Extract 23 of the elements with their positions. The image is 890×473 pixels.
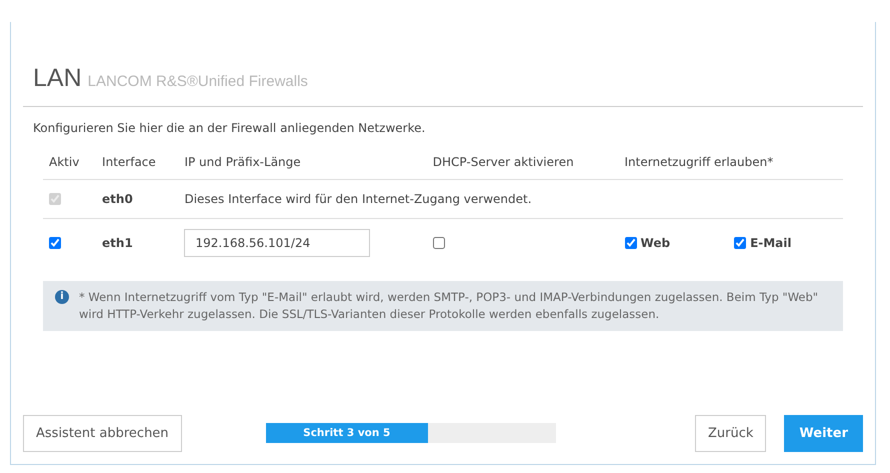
checkbox[interactable] (734, 236, 746, 248)
checkbox-label: E-Mail (750, 234, 792, 252)
interface-name: eth0 (102, 192, 133, 206)
info-text: * Wenn Internetzugriff vom Typ "E-Mail" erlaubt wird, werden SMTP-, POP3- und IMAP-Verbindungen zugelassen. Beim Typ "Web" wird HTTP-Verkehr zugelassen. Die SSL/TLS-Varianten dieser Protokolle werden ebenfalls zugelassen. (79, 288, 820, 323)
dialog-subtitle: LANCOM R&S®Unified Firewalls (88, 72, 308, 92)
checkbox[interactable] (49, 237, 61, 250)
back-button[interactable]: Zurück (695, 414, 766, 452)
column-header: IP und Präfix-Länge (184, 154, 301, 168)
progress-fill: Schritt 3 von 5 (266, 423, 428, 444)
column-header: Interface (102, 154, 156, 168)
column-header: Internetzugriff erlauben* (624, 154, 774, 168)
intro-text: Konfigurieren Sie hier die an der Firewall anliegenden Netzwerke. (33, 120, 426, 136)
interface-name: eth1 (102, 236, 133, 250)
ip-input-field[interactable]: 192.168.56.101/24 (184, 228, 370, 256)
checkbox[interactable] (432, 237, 445, 250)
column-header: Aktiv (49, 154, 80, 168)
checkbox-label: Web (640, 234, 670, 252)
column-header: DHCP-Server aktivieren (432, 154, 574, 168)
checkbox[interactable] (624, 236, 637, 248)
dialog-title: LAN (33, 66, 82, 91)
info-icon: i (55, 290, 69, 304)
interface-note: Dieses Interface wird für den Internet-Zugang verwendet. (184, 192, 532, 206)
cancel-button[interactable]: Assistent abbrechen (23, 414, 182, 452)
